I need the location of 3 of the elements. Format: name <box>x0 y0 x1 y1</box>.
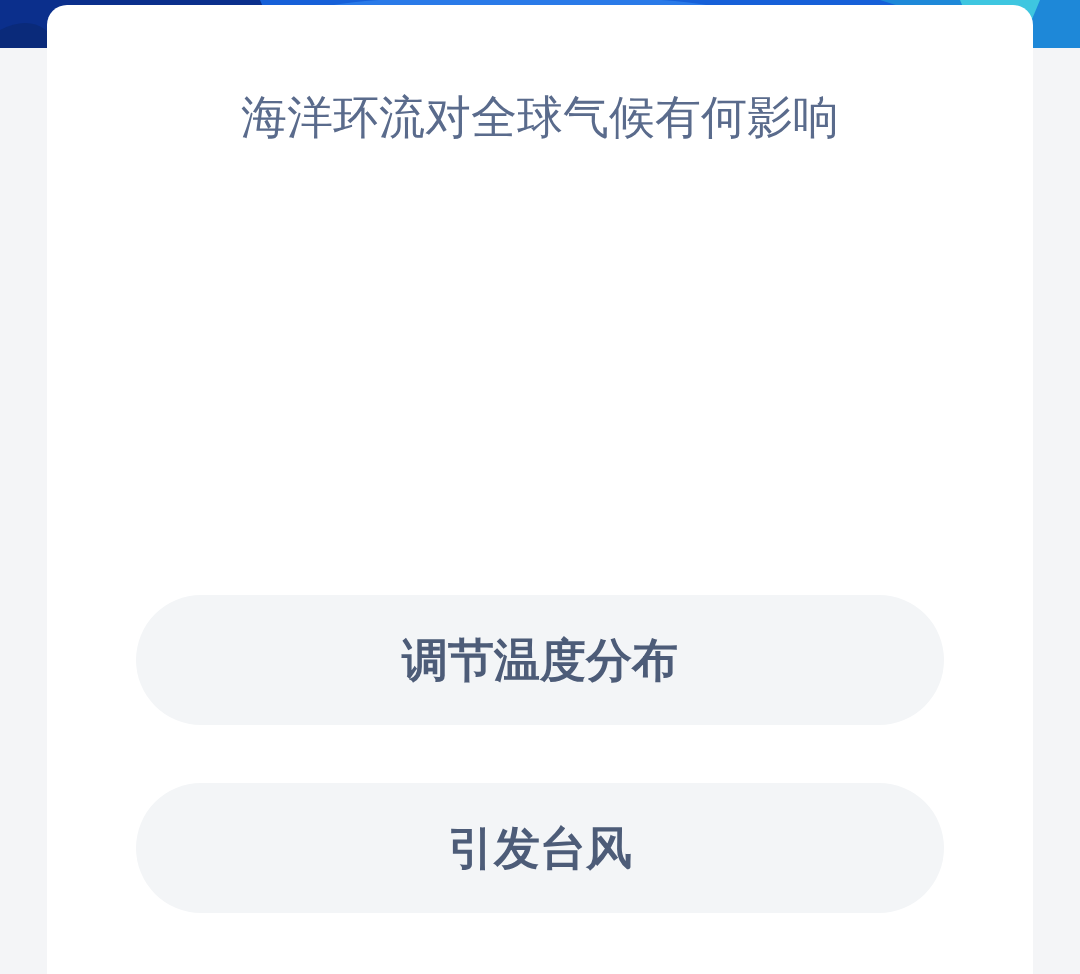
answer-option[interactable]: 调节温度分布 <box>136 595 944 725</box>
answer-option[interactable]: 引发台风 <box>136 783 944 913</box>
question-title: 海洋环流对全球气候有何影响 <box>241 89 839 146</box>
